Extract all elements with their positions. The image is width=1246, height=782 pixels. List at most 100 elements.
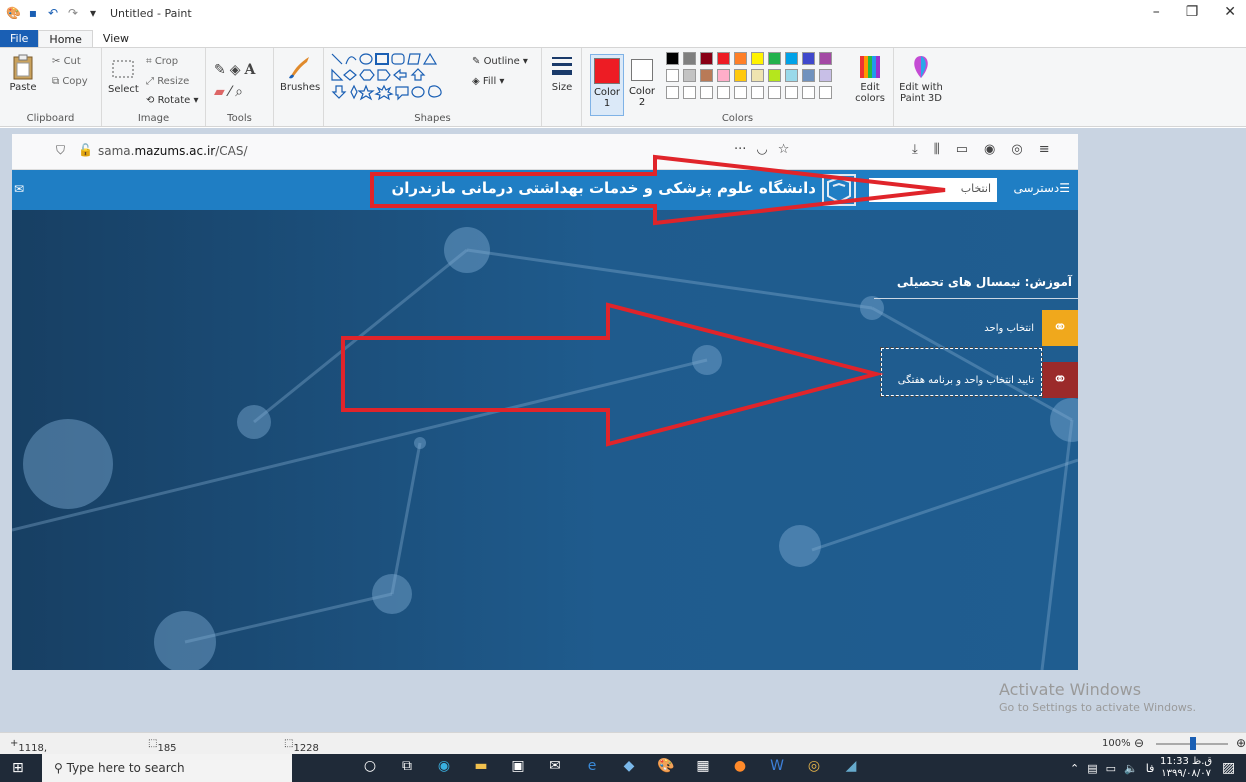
fill-bucket-icon[interactable]: ◈ [230,62,245,78]
tab-view[interactable]: View [93,30,139,47]
palette-swatch[interactable] [819,86,832,99]
palette-swatch[interactable] [819,52,832,65]
paint-icon[interactable]: 🎨 [656,758,676,774]
file-explorer-icon[interactable]: ▬ [471,758,491,774]
tab-home[interactable]: Home [38,30,93,47]
select-input: انتخاب [869,178,997,202]
palette-swatch[interactable] [666,69,679,82]
show-hidden-icon[interactable]: ⌃ [1070,762,1079,775]
word-icon[interactable]: W [767,758,787,774]
notifications-icon[interactable]: ▨ [1222,760,1235,776]
palette-swatch[interactable] [785,69,798,82]
clipboard-group: Paste ✂ Cut ⧉ Copy Clipboard [0,48,102,126]
line-size-icon [552,57,572,75]
paste-button[interactable]: Paste [8,54,38,93]
task-view-icon[interactable]: ⧉ [397,758,417,774]
palette-swatch[interactable] [700,86,713,99]
zoom-level: 100% [1102,738,1131,749]
size-button[interactable]: Size [546,54,578,93]
palette-swatch[interactable] [785,86,798,99]
color-1-button[interactable]: Color 1 [590,54,624,116]
close-button[interactable]: ✕ [1224,4,1236,20]
copy-button[interactable]: ⧉ Copy [52,76,88,87]
palette-swatch[interactable] [768,52,781,65]
cut-button[interactable]: ✂ Cut [52,56,81,67]
magnifier-icon[interactable]: ⌕ [235,84,247,100]
tools-group: ✎◈A ▰⁄⌕ Tools [206,48,274,126]
resize-button[interactable]: ⤢ Resize [146,76,189,87]
palette-swatch[interactable] [683,86,696,99]
maximize-button[interactable]: ❐ [1186,4,1199,20]
palette-swatch[interactable] [768,69,781,82]
input-language[interactable]: فا [1146,762,1155,775]
palette-swatch[interactable] [751,69,764,82]
palette-swatch[interactable] [785,52,798,65]
section-divider [874,298,1078,299]
store-icon[interactable]: ▣ [508,758,528,774]
minimize-button[interactable]: – [1153,4,1160,20]
zoom-out-icon[interactable]: ⊖ [1134,736,1144,750]
firefox-icon[interactable]: ● [730,758,750,774]
color-2-button[interactable]: Color 2 [628,54,656,116]
search-icon: ⚲ [54,761,67,775]
palette-swatch[interactable] [734,86,747,99]
rotate-button[interactable]: ⟲ Rotate ▾ [146,95,199,106]
select-button[interactable]: Select [108,56,139,95]
tab-file[interactable]: File [0,30,39,47]
windows-start-icon[interactable]: ⊞ [12,760,24,776]
palette-swatch[interactable] [734,52,747,65]
palette-swatch[interactable] [666,52,679,65]
clock[interactable]: 11:33 ق.ظ ۱۳۹۹/۰۸/۰۷ [1160,756,1212,780]
zoom-slider-thumb[interactable] [1190,737,1196,750]
save-icon[interactable]: ▪ [26,6,40,20]
redo-icon[interactable]: ↷ [66,6,80,20]
fill-button[interactable]: ◈ Fill ▾ [472,76,504,87]
link-course-selection-label: انتخاب واحد [984,322,1034,334]
palette-swatch[interactable] [751,86,764,99]
brushes-button[interactable]: Brushes [280,54,320,93]
edge-icon[interactable]: ◉ [434,758,454,774]
app-icon[interactable]: ◆ [619,758,639,774]
palette-swatch[interactable] [802,52,815,65]
display-icon[interactable]: ▭ [1106,762,1116,775]
palette-swatch[interactable] [734,69,747,82]
palette-swatch[interactable] [768,86,781,99]
volume-icon[interactable]: 🔈 [1124,762,1138,775]
palette-swatch[interactable] [700,52,713,65]
palette-swatch[interactable] [700,69,713,82]
palette-swatch[interactable] [802,69,815,82]
ribbon: Paste ✂ Cut ⧉ Copy Clipboard Select ⌗ Cr… [0,47,1246,127]
calculator-icon[interactable]: ▦ [693,758,713,774]
ie-icon[interactable]: e [582,758,602,774]
zoom-in-icon[interactable]: ⊕ [1236,736,1246,750]
network-icon[interactable]: ▤ [1087,762,1097,775]
palette-swatch[interactable] [751,52,764,65]
eraser-icon[interactable]: ▰ [214,84,229,100]
outline-button[interactable]: ✎ Outline ▾ [472,56,528,67]
cortana-icon[interactable]: ○ [360,758,380,774]
edit-colors-button[interactable]: Edit colors [850,54,890,104]
canvas-image[interactable]: ⛉ 🔓 sama.mazums.ac.ir/CAS/ ··· ◡ ☆ ⤓ ⫼ ▭… [12,134,1078,670]
mail-icon[interactable]: ✉ [545,758,565,774]
palette-swatch[interactable] [683,69,696,82]
palette-swatch[interactable] [717,86,730,99]
address-actions: ··· ◡ ☆ [734,142,789,157]
palette-swatch[interactable] [666,86,679,99]
palette-swatch[interactable] [819,69,832,82]
app2-icon[interactable]: ◢ [841,758,861,774]
selection-rectangle[interactable] [880,347,1043,397]
pencil-icon[interactable]: ✎ [214,62,230,78]
palette-swatch[interactable] [717,69,730,82]
url-domain: mazums.ac.ir [134,144,216,158]
palette-swatch[interactable] [802,86,815,99]
chrome-icon[interactable]: ◎ [804,758,824,774]
text-icon[interactable]: A [245,62,260,78]
edit-with-paint3d-button[interactable]: Edit with Paint 3D [898,54,944,104]
crop-button[interactable]: ⌗ Crop [146,56,178,67]
customize-toolbar-icon[interactable]: ▾ [86,6,100,20]
palette-swatch[interactable] [717,52,730,65]
shapes-gallery[interactable] [330,52,462,102]
palette-swatch[interactable] [683,52,696,65]
taskbar-search[interactable]: ⚲ Type here to search [42,754,292,782]
undo-icon[interactable]: ↶ [46,6,60,20]
